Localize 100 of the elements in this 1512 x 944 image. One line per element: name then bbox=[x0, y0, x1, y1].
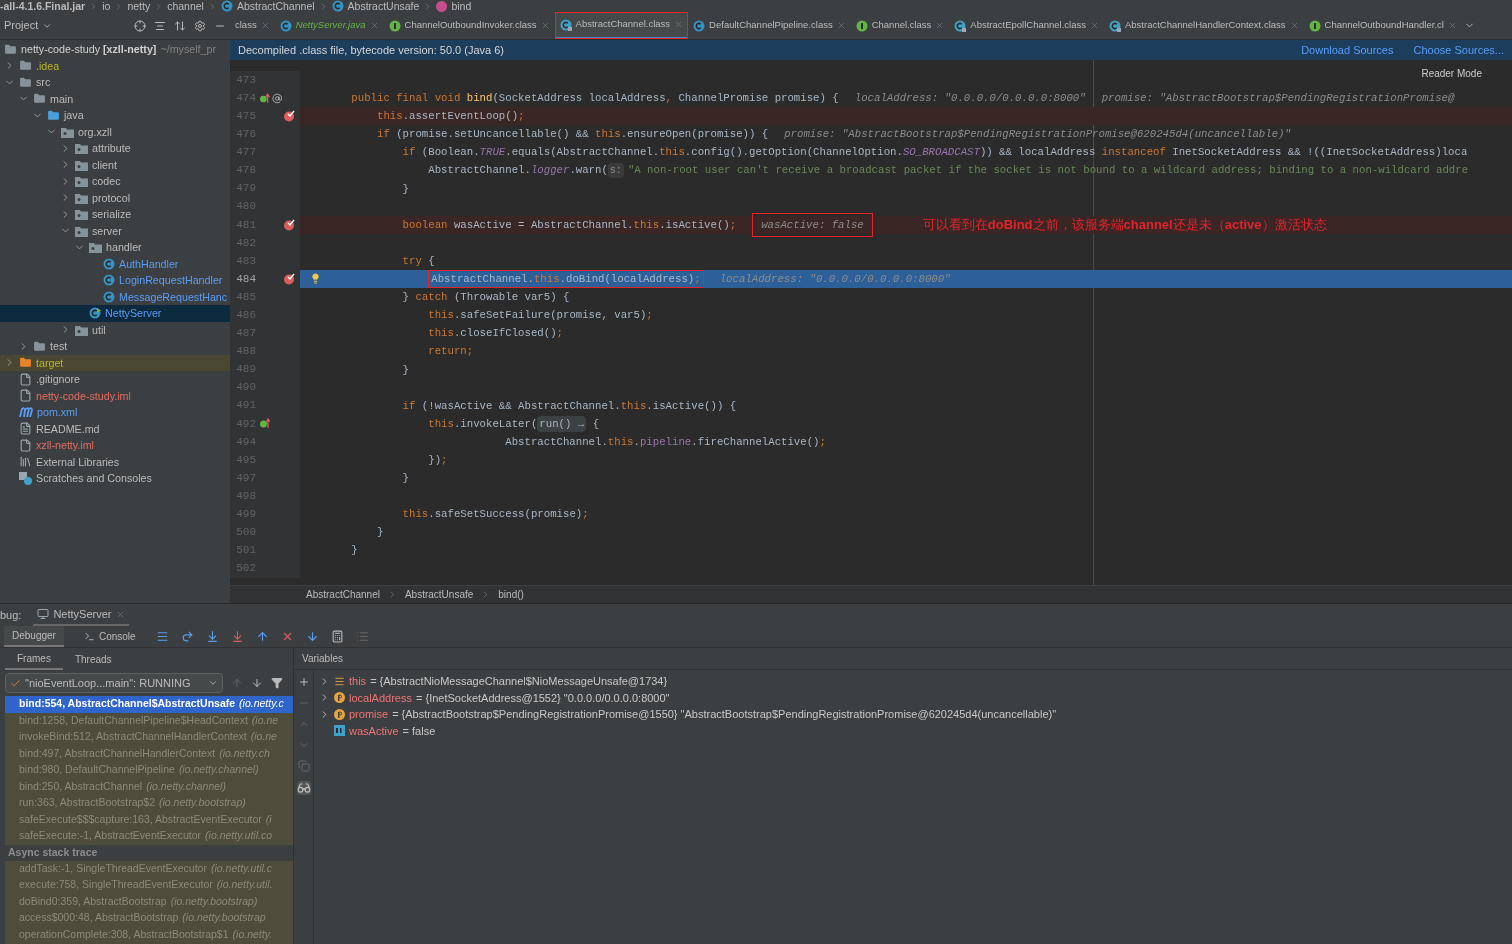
overrides-method-icon[interactable] bbox=[260, 418, 270, 430]
variable-row[interactable]: this = {AbstractNioMessageChannel$NioMessageUnsafe@1734} bbox=[314, 673, 1512, 690]
tree-item[interactable]: test bbox=[0, 338, 230, 355]
editor-tab[interactable]: Channel.class bbox=[850, 12, 950, 39]
debug-subtab[interactable]: Frames bbox=[5, 648, 63, 670]
breadcrumb-item[interactable]: netty bbox=[127, 0, 151, 12]
watches-toggle-icon[interactable] bbox=[296, 781, 311, 795]
settings-icon[interactable] bbox=[194, 19, 206, 32]
stack-frame[interactable]: bind:554, AbstractChannel$AbstractUnsafe (io.netty.c bbox=[5, 696, 293, 713]
breadcrumb-item[interactable]: bind bbox=[451, 0, 472, 12]
expand-all-icon[interactable] bbox=[154, 19, 166, 32]
breadcrumb-item[interactable]: AbstractUnsafe bbox=[347, 0, 420, 12]
debug-subtab[interactable]: Threads bbox=[62, 648, 124, 670]
tree-item[interactable]: server bbox=[0, 222, 230, 239]
breakpoint-icon[interactable] bbox=[283, 218, 295, 231]
project-view-dropdown[interactable]: Project bbox=[4, 17, 53, 34]
close-icon[interactable] bbox=[935, 21, 945, 30]
step-over-icon[interactable] bbox=[180, 630, 194, 643]
close-icon[interactable] bbox=[115, 609, 125, 619]
previous-frame-icon[interactable] bbox=[231, 677, 243, 689]
editor-breadcrumb-item[interactable]: AbstractChannel bbox=[306, 587, 380, 602]
overrides-method-icon[interactable] bbox=[260, 92, 270, 104]
close-icon[interactable] bbox=[369, 21, 379, 30]
lightbulb-icon[interactable] bbox=[310, 273, 321, 285]
debug-tab[interactable]: Console bbox=[75, 626, 144, 647]
tree-item[interactable]: attribute bbox=[0, 140, 230, 157]
close-icon[interactable] bbox=[260, 21, 270, 30]
tree-item[interactable]: codec bbox=[0, 173, 230, 190]
tree-item[interactable]: serialize bbox=[0, 206, 230, 223]
project-root[interactable]: netty-code-study [xzll-netty] ~/myself_pr bbox=[0, 41, 230, 58]
tree-item[interactable]: org.xzll bbox=[0, 123, 230, 140]
tree-item[interactable]: netty-code-study.iml bbox=[0, 387, 230, 404]
next-frame-icon[interactable] bbox=[251, 677, 263, 689]
filter-icon[interactable] bbox=[271, 677, 283, 689]
collapse-all-icon[interactable] bbox=[174, 19, 186, 32]
editor-tab[interactable]: AbstractChannelHandlerContext.class bbox=[1104, 12, 1304, 39]
editor-tab[interactable]: DefaultChannelPipeline.class bbox=[688, 12, 851, 39]
tree-item[interactable]: main bbox=[0, 90, 230, 107]
editor-tab[interactable]: ChannelOutboundHandler.cl bbox=[1303, 12, 1462, 39]
close-icon[interactable] bbox=[540, 21, 550, 30]
tree-item[interactable]: MessageRequestHanc bbox=[0, 288, 230, 305]
tree-item-label: protocol bbox=[92, 190, 131, 206]
editor-tab[interactable]: class bbox=[230, 12, 275, 39]
code-token: { bbox=[591, 416, 600, 432]
breadcrumb-item[interactable]: -all-4.1.6.Final.jar bbox=[0, 0, 86, 12]
tree-item[interactable]: java bbox=[0, 107, 230, 124]
tree-item[interactable]: .gitignore bbox=[0, 371, 230, 388]
folded-lambda[interactable]: run() → bbox=[537, 415, 587, 432]
banner-link[interactable]: Choose Sources... bbox=[1413, 41, 1504, 59]
thread-dropdown[interactable]: "nioEventLoop...main": RUNNING bbox=[5, 673, 223, 693]
annotation-note: 可以看到在doBind之前，该服务端channel还是未（active）激活状态 bbox=[922, 216, 1327, 235]
tree-item[interactable]: xzll-netty.iml bbox=[0, 437, 230, 454]
editor-tab[interactable]: AbstractChannel.class bbox=[554, 12, 689, 39]
inline-value-hint: promise: "AbstractBootstrap$PendingRegistrationPromise@620245d4(uncancellable)" bbox=[784, 127, 1291, 143]
copy-icon[interactable] bbox=[297, 760, 310, 772]
editor-tab[interactable]: ChannelOutboundInvoker.class bbox=[383, 12, 555, 39]
debug-tab[interactable]: Debugger bbox=[4, 626, 64, 647]
tree-item[interactable]: External Libraries bbox=[0, 453, 230, 470]
tree-item[interactable]: README.md bbox=[0, 420, 230, 437]
variable-row[interactable]: localAddress = {InetSocketAddress@1552} "0.0.0.0/0.0.0.0:8000" bbox=[314, 689, 1512, 706]
menu-icon[interactable] bbox=[155, 630, 169, 643]
variable-row[interactable]: promise = {AbstractBootstrap$PendingRegistrationPromise@1550} "AbstractBootstrap$PendingRegistrationPromise@620245d4(uncancellable)" bbox=[314, 706, 1512, 723]
tree-item[interactable]: pom.xml bbox=[0, 404, 230, 421]
tree-item[interactable]: LoginRequestHandler bbox=[0, 272, 230, 289]
tree-item[interactable]: src bbox=[0, 74, 230, 91]
close-icon[interactable] bbox=[836, 21, 846, 30]
tree-item[interactable]: AuthHandler bbox=[0, 255, 230, 272]
variable-value: = {InetSocketAddress@1552} "0.0.0.0/0.0.0.0:8000" bbox=[416, 690, 670, 706]
reader-mode-link[interactable]: Reader Mode bbox=[1421, 66, 1482, 81]
annotation-icon[interactable] bbox=[271, 92, 282, 104]
force-step-into-icon[interactable] bbox=[230, 630, 244, 643]
editor-tab[interactable]: AbstractEpollChannel.class bbox=[949, 12, 1104, 39]
tree-item[interactable]: target bbox=[0, 354, 230, 371]
tree-item[interactable]: protocol bbox=[0, 189, 230, 206]
breadcrumb-item[interactable]: io bbox=[102, 0, 111, 12]
editor-breadcrumb-item[interactable]: bind() bbox=[498, 587, 524, 602]
tree-item[interactable]: client bbox=[0, 156, 230, 173]
close-icon[interactable] bbox=[1090, 21, 1099, 30]
run-to-cursor-icon[interactable] bbox=[305, 630, 319, 643]
add-watch-icon[interactable] bbox=[297, 676, 310, 688]
banner-link[interactable]: Download Sources bbox=[1301, 41, 1394, 59]
breadcrumb-item[interactable]: AbstractChannel bbox=[236, 0, 315, 12]
breadcrumb-item[interactable]: channel bbox=[167, 0, 204, 12]
close-icon[interactable] bbox=[1289, 21, 1299, 30]
editor-tab[interactable]: NettyServer.java bbox=[274, 12, 384, 39]
tree-item[interactable]: .idea bbox=[0, 57, 230, 74]
step-out-icon[interactable] bbox=[255, 630, 269, 643]
evaluate-icon[interactable] bbox=[330, 630, 344, 643]
tree-item[interactable]: handler bbox=[0, 239, 230, 256]
locate-icon[interactable] bbox=[134, 19, 146, 32]
step-into-icon[interactable] bbox=[205, 630, 219, 643]
tree-item[interactable]: util bbox=[0, 321, 230, 338]
breakpoint-icon[interactable] bbox=[283, 273, 295, 286]
tree-item[interactable]: NettyServer bbox=[0, 305, 230, 322]
breakpoint-icon[interactable] bbox=[283, 110, 295, 123]
close-icon[interactable] bbox=[1447, 21, 1457, 30]
variable-row[interactable]: wasActive = false bbox=[314, 722, 1512, 739]
tree-item[interactable]: Scratches and Consoles bbox=[0, 470, 230, 487]
close-icon[interactable] bbox=[674, 20, 684, 29]
editor-breadcrumb-item[interactable]: AbstractUnsafe bbox=[404, 587, 474, 602]
